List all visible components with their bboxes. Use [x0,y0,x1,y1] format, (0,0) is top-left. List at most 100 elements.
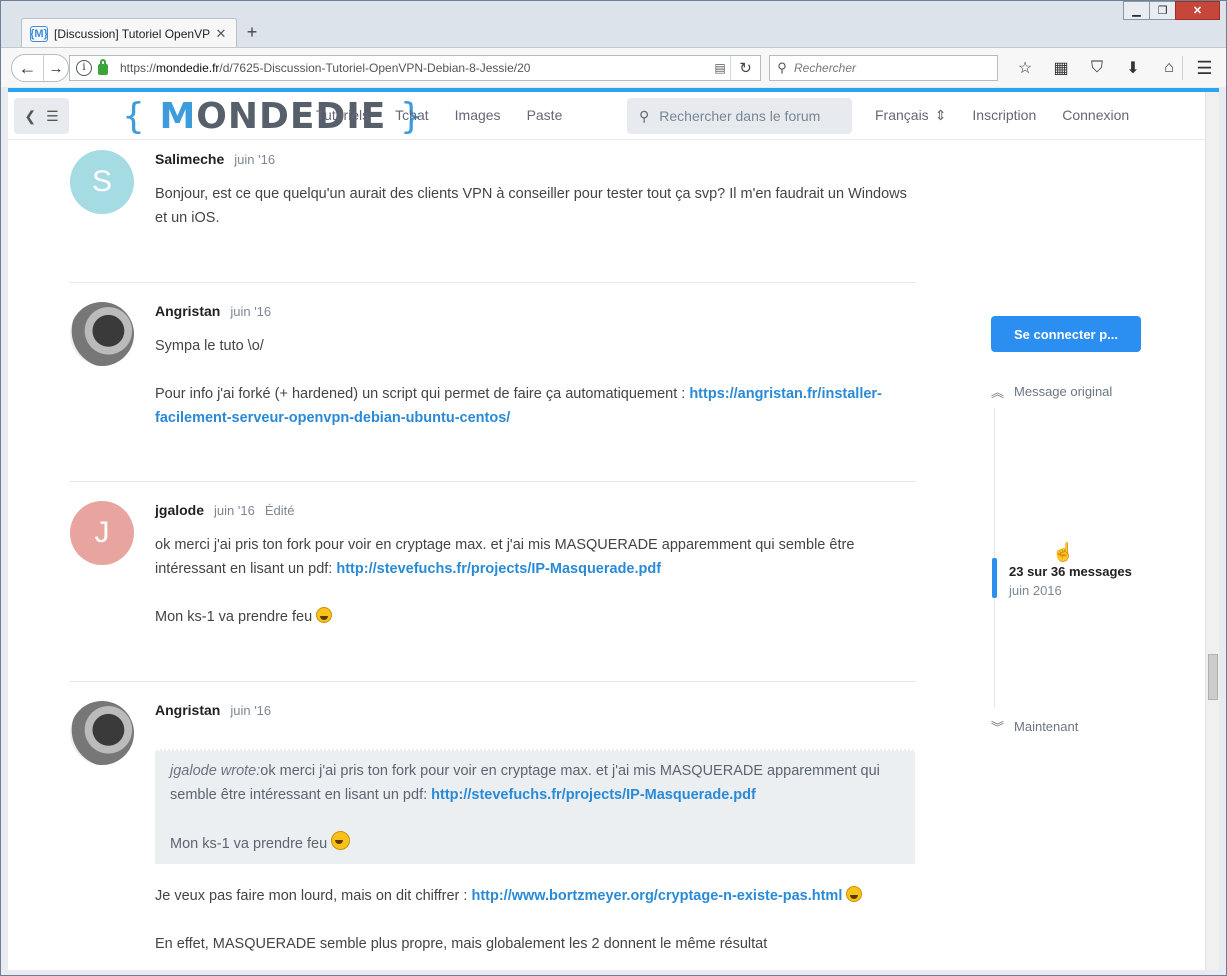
double-chevron-up-icon: ︽ [991,385,1005,400]
post-link[interactable]: http://stevefuchs.fr/projects/IP-Masquer… [336,561,661,577]
forum-search-input[interactable]: ⚲ Rechercher dans le forum [627,98,852,134]
post-text: ok merci j'ai pris ton fork pour voir en… [155,537,855,577]
maximize-button[interactable]: ❐ [1149,1,1176,20]
post-body: Sympa le tuto \o/ Pour info j'ai forké (… [155,334,915,454]
reload-icon[interactable]: ↻ [730,56,760,80]
post: Angristan juin '16 jgalode wrote:ok merc… [70,701,916,970]
post-body: ok merci j'ai pris ton fork pour voir en… [155,533,915,653]
post-header: Angristan juin '16 [155,303,271,319]
close-tab-icon[interactable]: ✕ [214,26,228,42]
web-content: ❮ ☰ { MONDEDIE } Tutoriels Tchat Images … [8,88,1219,970]
close-window-button[interactable]: ✕ [1175,1,1220,20]
post-scrubber: ︽ Message original 23 sur 36 messages jui… [991,380,1191,735]
site-header: ❮ ☰ { MONDEDIE } Tutoriels Tchat Images … [8,92,1205,140]
site-nav: Tutoriels Tchat Images Paste [316,107,562,123]
forward-button[interactable]: → [44,60,68,77]
edited-badge[interactable]: Édité [265,503,295,518]
hand-cursor-icon: ☝ [1052,542,1075,562]
post-divider [70,282,916,283]
avatar[interactable] [70,302,134,366]
site-info-icon[interactable]: i [76,60,92,76]
search-icon: ⚲ [639,107,650,124]
post-body: Bonjour, est ce que quelqu'un aurait des… [155,182,915,254]
browser-search-input[interactable]: ⚲ Rechercher [769,55,998,81]
laughing-emoji-icon [331,831,351,850]
post-date[interactable]: juin '16 [230,304,271,319]
scrubber-now[interactable]: ︾ Maintenant [991,717,1078,736]
nav-images[interactable]: Images [455,107,501,123]
tongue-emoji-icon [846,886,863,902]
list-icon: ☰ [46,107,59,124]
nav-tutoriels[interactable]: Tutoriels [316,107,369,123]
reading-list-icon[interactable]: ▦ [1043,56,1079,80]
post-text: Sympa le tuto \o/ [155,338,264,354]
download-icon[interactable]: ⬇ [1115,56,1151,80]
browser-tab[interactable]: {M} [Discussion] Tutoriel OpenVP ✕ [21,18,237,48]
window-controls: ▁ ❐ ✕ [1123,1,1220,21]
posts-stream: S Salimeche juin '16 Bonjour, est ce que… [8,140,1205,970]
post-link[interactable]: http://www.bortzmeyer.org/cryptage-n-exi… [471,888,842,904]
scrubber-date: juin 2016 [1009,583,1062,598]
login-link[interactable]: Connexion [1062,107,1129,124]
avatar[interactable]: J [70,501,134,565]
language-select[interactable]: Français ⇕ [875,107,946,124]
drawer-toggle-button[interactable]: ❮ ☰ [14,98,69,134]
page-scrollbar[interactable] [1205,92,1219,970]
post: S Salimeche juin '16 Bonjour, est ce que… [70,150,916,280]
login-button[interactable]: Se connecter p... [991,316,1141,352]
browser-window: {M} [Discussion] Tutoriel OpenVP ✕ + ▁ ❐… [0,0,1227,976]
nav-paste[interactable]: Paste [527,107,563,123]
back-forward-group: ← → [11,54,69,82]
signup-link[interactable]: Inscription [972,107,1036,124]
avatar[interactable]: S [70,150,134,214]
post-text: En effet, MASQUERADE semble plus propre,… [155,936,768,952]
post-date[interactable]: juin '16 [214,503,255,518]
post-header: Salimeche juin '16 [155,151,275,167]
post-divider [70,681,916,682]
quote-text: Mon ks-1 va prendre feu [170,831,900,856]
double-chevron-down-icon: ︾ [991,720,1005,735]
avatar[interactable] [70,701,134,765]
post-date[interactable]: juin '16 [230,703,271,718]
padlock-icon [98,59,108,75]
post: Angristan juin '16 Sympa le tuto \o/ Pou… [70,302,916,482]
post: J jgalode juin '16 Édité ok merci j'ai p… [70,501,916,681]
scrubber-original[interactable]: ︽ Message original [991,382,1112,401]
post-header: jgalode juin '16 Édité [155,502,294,518]
tab-title: [Discussion] Tutoriel OpenVP [54,26,211,41]
search-icon: ⚲ [777,60,787,75]
new-tab-button[interactable]: + [243,21,261,43]
quote-link[interactable]: http://stevefuchs.fr/projects/IP-Masquer… [431,787,756,803]
post-author[interactable]: Angristan [155,702,220,718]
post-date[interactable]: juin '16 [234,152,275,167]
post-author[interactable]: jgalode [155,502,204,518]
post-author[interactable]: Angristan [155,303,220,319]
post-header: Angristan juin '16 [155,702,271,718]
address-bar[interactable]: i https://mondedie.fr/d/7625-Discussion-… [69,55,761,81]
site-favicon-icon: {M} [30,25,48,42]
scrubber-handle[interactable] [992,558,997,598]
nav-tchat[interactable]: Tchat [395,107,428,123]
header-right-links: Français ⇕ Inscription Connexion [875,107,1129,124]
back-button[interactable]: ← [12,54,44,82]
hamburger-menu-icon[interactable]: ☰ [1182,56,1216,80]
quote-text: jgalode wrote:ok merci j'ai pris ton for… [170,763,880,803]
post-text: Mon ks-1 va prendre feu [155,605,915,629]
post-author[interactable]: Salimeche [155,151,224,167]
forum-search-placeholder: Rechercher dans le forum [659,108,821,124]
bookmark-star-icon[interactable]: ☆ [1007,56,1043,80]
browser-search-placeholder: Rechercher [794,61,857,75]
minimize-button[interactable]: ▁ [1123,1,1150,20]
reader-view-icon[interactable]: ▤ [710,61,730,75]
chevron-left-icon: ❮ [24,107,37,124]
url-text[interactable]: https://mondedie.fr/d/7625-Discussion-Tu… [120,61,710,75]
pocket-icon[interactable]: ⛉ [1079,56,1115,80]
scrollbar-thumb[interactable] [1208,654,1218,700]
blockquote: jgalode wrote:ok merci j'ai pris ton for… [155,749,915,864]
post-text: Pour info j'ai forké (+ hardened) un scr… [155,386,882,426]
post-text: Je veux pas faire mon lourd, mais on dit… [155,884,915,908]
post-text: Bonjour, est ce que quelqu'un aurait des… [155,186,907,226]
navigation-toolbar: ← → i https://mondedie.fr/d/7625-Discuss… [1,47,1226,87]
sort-arrows-icon: ⇕ [934,107,947,123]
post-body: jgalode wrote:ok merci j'ai pris ton for… [155,749,915,970]
